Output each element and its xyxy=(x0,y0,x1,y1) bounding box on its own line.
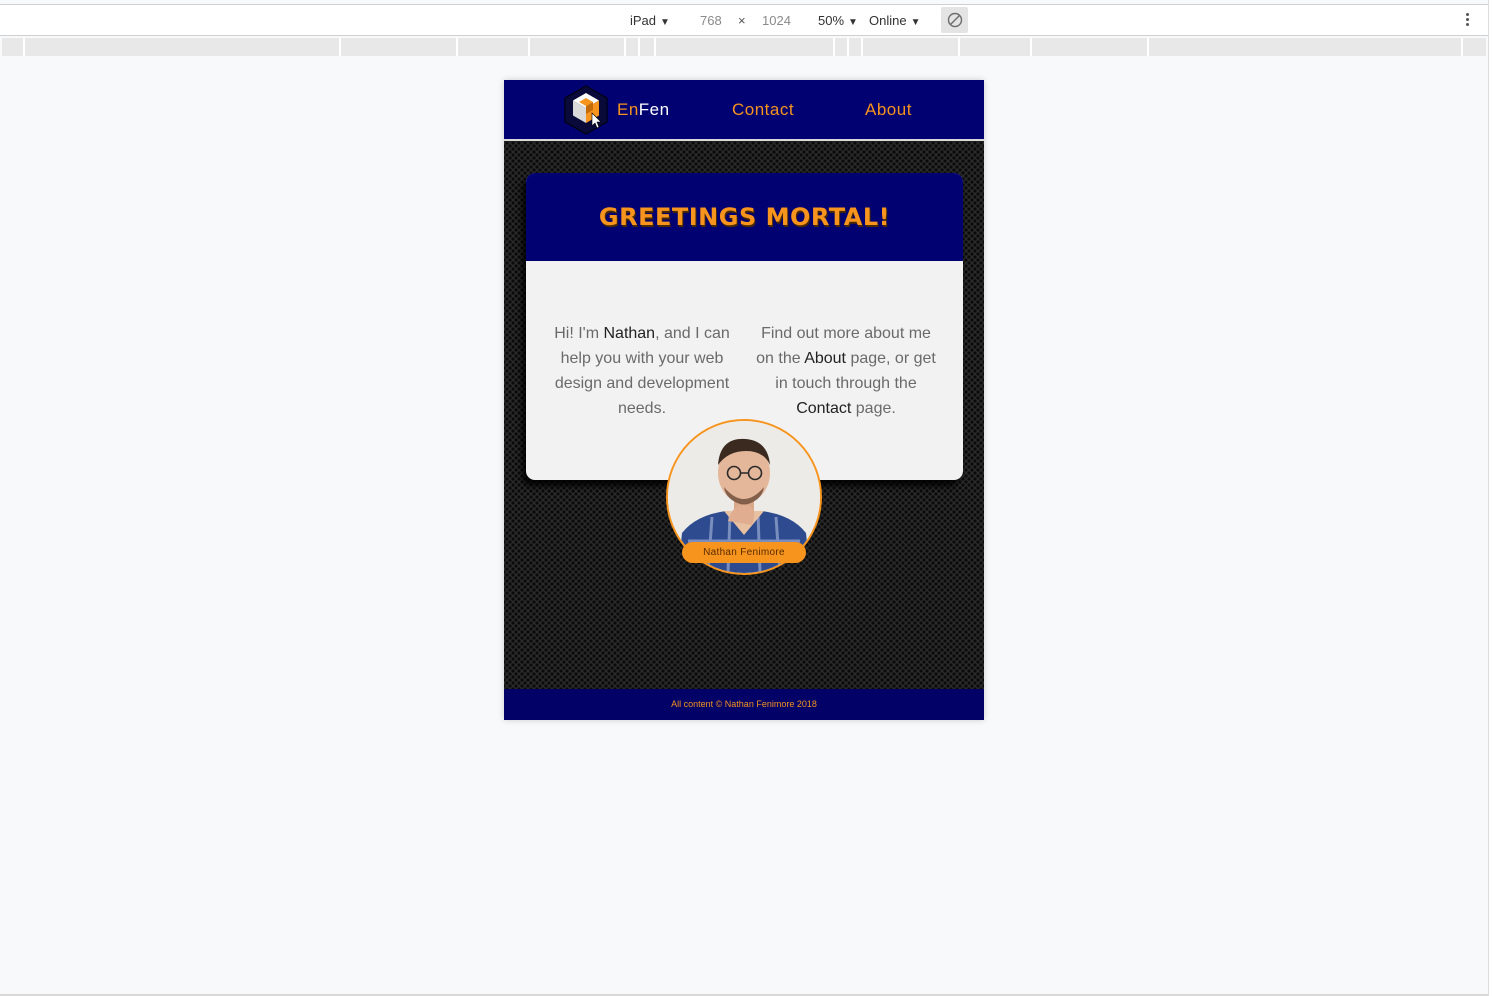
info-text-part: page. xyxy=(851,400,896,417)
info-contact: Contact xyxy=(796,400,852,417)
zoom-label: 50% xyxy=(818,13,845,28)
intro-name: Nathan xyxy=(603,325,656,342)
more-options-button[interactable] xyxy=(1462,11,1472,31)
device-label: iPad xyxy=(630,13,657,28)
page-title: GREETINGS MORTAL! xyxy=(598,203,891,231)
network-throttle-select[interactable]: Online ▼ xyxy=(869,13,920,28)
device-viewport: EnFen Contact About GREETINGS MORTAL! Hi… xyxy=(504,80,984,720)
viewport-width-input[interactable]: 768 xyxy=(700,13,722,28)
brand-fen: Fen xyxy=(638,100,670,119)
profile-name-badge: Nathan Fenimore xyxy=(682,542,806,563)
rotate-button[interactable] xyxy=(941,7,968,33)
dimension-separator: × xyxy=(738,13,746,28)
more-vertical-icon xyxy=(1465,23,1469,26)
network-label: Online xyxy=(869,13,907,28)
more-vertical-icon xyxy=(1465,13,1469,16)
media-query-ruler[interactable] xyxy=(2,38,1486,56)
intro-text: Hi! I'm Nathan, and I can help you with … xyxy=(551,321,733,421)
viewport-height-input[interactable]: 1024 xyxy=(762,13,791,28)
brand-en: En xyxy=(617,100,639,119)
card-header: GREETINGS MORTAL! xyxy=(526,173,963,261)
browser-devtools-window: iPad ▼ 768 × 1024 50% ▼ Online ▼ EnFen C… xyxy=(0,0,1493,996)
info-about: About xyxy=(804,350,846,367)
dropdown-caret-icon: ▼ xyxy=(848,17,858,28)
dropdown-caret-icon: ▼ xyxy=(910,17,921,28)
device-select[interactable]: iPad ▼ xyxy=(630,13,670,28)
device-toolbar: iPad ▼ 768 × 1024 50% ▼ Online ▼ xyxy=(0,4,1488,36)
info-text: Find out more about me on the About page… xyxy=(755,321,937,421)
more-vertical-icon xyxy=(1465,18,1469,21)
rotate-icon xyxy=(947,12,963,28)
site-brand-link[interactable]: EnFen xyxy=(617,100,670,120)
site-footer: All content © Nathan Fenimore 2018 xyxy=(504,689,984,720)
devtools-panel-edge xyxy=(1488,0,1493,996)
nav-contact-link[interactable]: Contact xyxy=(732,100,794,120)
intro-text-part: Hi! I'm xyxy=(554,325,604,342)
nav-about-link[interactable]: About xyxy=(865,100,912,120)
site-header: EnFen Contact About xyxy=(504,80,984,141)
zoom-select[interactable]: 50% ▼ xyxy=(818,13,858,28)
dropdown-caret-icon: ▼ xyxy=(660,17,670,28)
logo-icon[interactable] xyxy=(562,85,610,135)
